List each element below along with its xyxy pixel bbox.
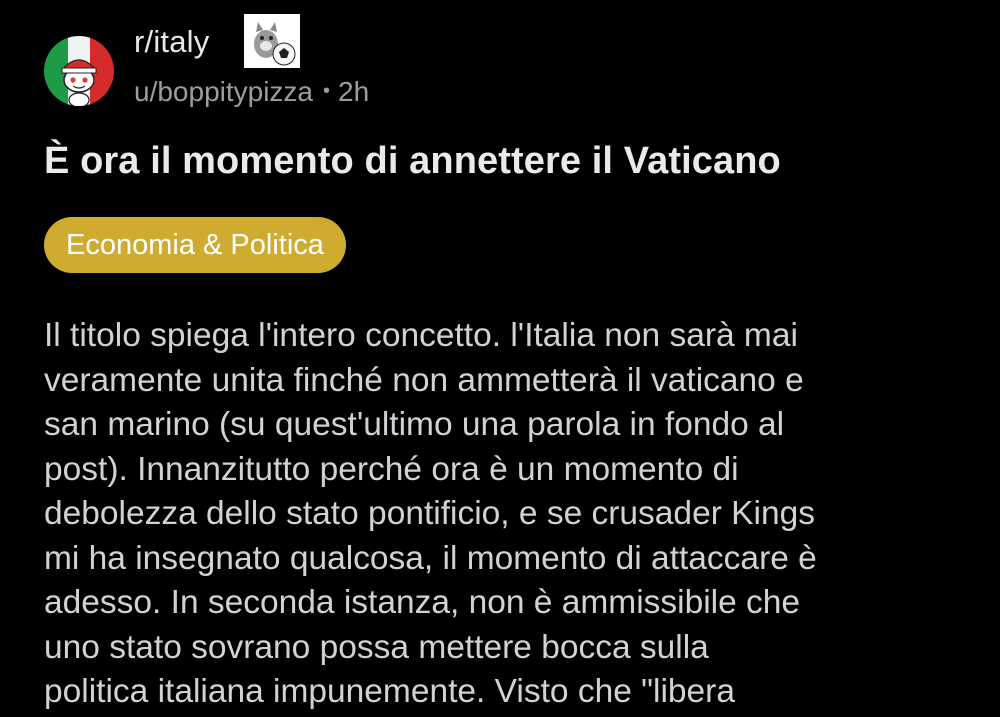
body-line: politica italiana impunemente. Visto che… bbox=[44, 673, 735, 710]
body-line: san marino (su quest'ultimo una parola i… bbox=[44, 406, 785, 443]
body-line: veramente unita finché non ammetterà il … bbox=[44, 361, 804, 399]
kitten-icon bbox=[244, 14, 300, 68]
body-line: mi ha insegnato qualcosa, il momento di … bbox=[44, 539, 817, 577]
post-meta: u/boppitypizza • 2h bbox=[134, 76, 369, 108]
user-flair-image bbox=[244, 14, 300, 68]
body-line: post). Innanzitutto perché ora è un mome… bbox=[44, 450, 739, 488]
post: r/italy u/boppitypizza • 2h È ora il momen… bbox=[0, 0, 1000, 717]
meta-separator: • bbox=[323, 80, 331, 102]
post-flair[interactable]: Economia & Politica bbox=[44, 217, 346, 273]
italy-snoo-icon bbox=[44, 36, 114, 106]
body-line: debolezza dello stato pontificio, e se c… bbox=[44, 495, 815, 532]
body-line: adesso. In seconda istanza, non è ammiss… bbox=[44, 584, 801, 621]
community-avatar[interactable] bbox=[44, 36, 114, 106]
post-age: 2h bbox=[338, 76, 370, 107]
body-line: uno stato sovrano possa mettere bocca su… bbox=[44, 628, 709, 666]
post-header: r/italy u/boppitypizza • 2h bbox=[44, 14, 644, 114]
subreddit-name[interactable]: r/italy bbox=[134, 24, 209, 60]
post-title[interactable]: È ora il momento di annettere il Vatican… bbox=[44, 140, 781, 183]
body-line: Il titolo spiega l'intero concetto. l'It… bbox=[44, 317, 798, 354]
author-name[interactable]: u/boppitypizza bbox=[134, 76, 313, 107]
post-body: Il titolo spiega l'intero concetto. l'It… bbox=[44, 314, 984, 715]
